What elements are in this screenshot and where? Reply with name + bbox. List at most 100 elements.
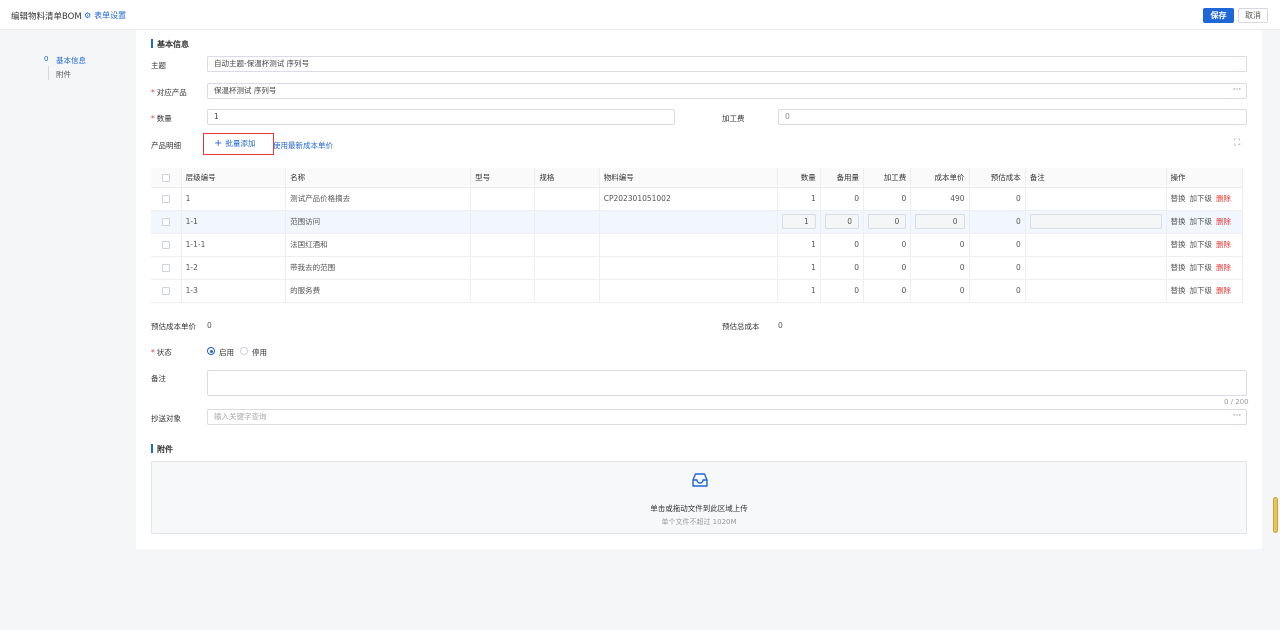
delete-action[interactable]: 删除 xyxy=(1216,263,1231,272)
row-level: 1 xyxy=(181,187,287,211)
upload-dropzone[interactable]: 单击或拖动文件到此区域上传 单个文件不超过 1020M xyxy=(151,461,1247,534)
row-qty: 1 xyxy=(777,233,821,257)
replace-action[interactable]: 替换 xyxy=(1171,217,1186,226)
row-model xyxy=(470,256,536,280)
select-all-checkbox[interactable] xyxy=(151,168,182,188)
cc-picker-button[interactable]: ··· xyxy=(1228,409,1247,425)
batch-add-button[interactable]: + 批量添加 xyxy=(203,133,274,155)
row-checkbox[interactable] xyxy=(151,187,182,211)
row-level: 1-1 xyxy=(181,210,287,234)
form-settings-link[interactable]: ⚙ 表单设置 xyxy=(84,10,126,21)
add-sub-action[interactable]: 加下级 xyxy=(1190,194,1213,203)
replace-action[interactable]: 替换 xyxy=(1171,263,1186,272)
quantity-input[interactable]: 1 xyxy=(207,109,675,125)
table-header-row: 层级编号 名称 型号 规格 物料编号 数量 备用量 加工费 成本单价 预估成本 … xyxy=(151,168,1243,188)
top-bar: 编辑物料清单BOM ⚙ 表单设置 保存 取消 xyxy=(0,0,1280,30)
col-actions: 操作 xyxy=(1166,168,1243,188)
row-name-link[interactable]: 范围访问 xyxy=(285,210,472,234)
processing-fee-input[interactable]: 0 xyxy=(778,109,1247,125)
delete-action[interactable]: 删除 xyxy=(1216,240,1231,249)
remark-textarea[interactable] xyxy=(207,370,1247,396)
upload-size-hint: 单个文件不超过 1020M xyxy=(661,518,737,526)
row-checkbox[interactable] xyxy=(151,210,182,234)
row-spare-input[interactable]: 0 xyxy=(824,214,859,229)
product-label: 对应产品 xyxy=(151,87,187,98)
page-title: 编辑物料清单BOM xyxy=(11,12,82,22)
remark-char-counter: 0 / 200 xyxy=(1224,398,1249,406)
cc-search-input[interactable]: 输入关键字查询 xyxy=(207,409,1229,425)
gear-icon: ⚙ xyxy=(84,11,92,20)
row-model xyxy=(470,233,536,257)
delete-action[interactable]: 删除 xyxy=(1216,217,1231,226)
col-note: 备注 xyxy=(1025,168,1167,188)
table-row: 1 测试产品价格摘去 CP202301051002 1 0 0 490 0 替换… xyxy=(151,187,1243,211)
nav-item-basic-info[interactable]: 基本信息 xyxy=(56,55,86,66)
row-spare: 0 xyxy=(820,233,865,257)
col-level: 层级编号 xyxy=(181,168,287,188)
side-anchor-nav xyxy=(0,30,136,630)
row-spec xyxy=(534,279,600,303)
product-picker-button[interactable]: ··· xyxy=(1228,83,1247,99)
product-detail-label: 产品明细 xyxy=(151,141,181,150)
replace-action[interactable]: 替换 xyxy=(1171,286,1186,295)
est-total-cost-value: 0 xyxy=(778,321,783,330)
row-model xyxy=(470,210,536,234)
delete-action[interactable]: 删除 xyxy=(1216,194,1231,203)
processing-fee-label: 加工费 xyxy=(722,114,745,123)
product-input[interactable]: 保温杯测试 序列号 xyxy=(207,83,1229,99)
col-fee: 加工费 xyxy=(863,168,912,188)
row-name-link[interactable]: 带我去的范围 xyxy=(285,256,472,280)
row-fee-cell: 0 xyxy=(863,210,912,234)
row-unit-cost: 0 xyxy=(910,279,970,303)
nav-item-attachment[interactable]: 附件 xyxy=(56,69,71,80)
row-qty-input[interactable]: 1 xyxy=(781,214,816,229)
add-sub-action[interactable]: 加下级 xyxy=(1190,263,1213,272)
fullscreen-icon[interactable]: ⛶ xyxy=(1234,138,1240,148)
save-button[interactable]: 保存 xyxy=(1203,8,1234,23)
row-note xyxy=(1025,187,1167,211)
row-checkbox[interactable] xyxy=(151,256,182,280)
row-checkbox[interactable] xyxy=(151,279,182,303)
status-disabled-radio[interactable] xyxy=(240,347,248,355)
quantity-label: 数量 xyxy=(151,113,172,124)
replace-action[interactable]: 替换 xyxy=(1171,240,1186,249)
table-row: 1-1 范围访问 1 0 0 0 0 替换 加下级 删除 xyxy=(151,210,1243,234)
row-est-cost: 0 xyxy=(969,256,1026,280)
row-unit-cost: 0 xyxy=(910,256,970,280)
row-qty: 1 xyxy=(777,279,821,303)
row-note-input[interactable] xyxy=(1029,214,1162,229)
subject-input[interactable]: 自动主题-保温杯测试 序列号 xyxy=(207,56,1247,72)
status-enabled-label[interactable]: 启用 xyxy=(219,347,234,358)
row-checkbox[interactable] xyxy=(151,233,182,257)
scrollbar-thumb[interactable] xyxy=(1273,497,1278,533)
row-spec xyxy=(534,256,600,280)
row-name-link[interactable]: 的服务费 xyxy=(285,279,472,303)
status-disabled-label[interactable]: 停用 xyxy=(252,347,267,358)
cc-label: 抄送对象 xyxy=(151,414,181,423)
row-model xyxy=(470,187,536,211)
row-actions: 替换 加下级 删除 xyxy=(1166,187,1243,211)
section-basic-info-title: 基本信息 xyxy=(151,39,189,50)
add-sub-action[interactable]: 加下级 xyxy=(1190,217,1213,226)
plus-icon: + xyxy=(214,138,223,149)
delete-action[interactable]: 删除 xyxy=(1216,286,1231,295)
row-note-cell xyxy=(1025,210,1167,234)
add-sub-action[interactable]: 加下级 xyxy=(1190,286,1213,295)
status-enabled-radio[interactable] xyxy=(207,347,215,355)
replace-action[interactable]: 替换 xyxy=(1171,194,1186,203)
row-unit-cost: 0 xyxy=(910,233,970,257)
row-unit-cost-input[interactable]: 0 xyxy=(915,214,965,229)
col-code: 物料编号 xyxy=(599,168,778,188)
row-name-link[interactable]: 法国红酒和 xyxy=(285,233,472,257)
row-actions: 替换 加下级 删除 xyxy=(1166,279,1243,303)
row-code xyxy=(599,210,778,234)
add-sub-action[interactable]: 加下级 xyxy=(1190,240,1213,249)
row-fee-input[interactable]: 0 xyxy=(868,214,907,229)
row-spare: 0 xyxy=(820,256,865,280)
row-name-link[interactable]: 测试产品价格摘去 xyxy=(285,187,472,211)
bom-detail-table: 层级编号 名称 型号 规格 物料编号 数量 备用量 加工费 成本单价 预估成本 … xyxy=(151,168,1243,303)
row-code xyxy=(599,279,778,303)
col-unit-cost: 成本单价 xyxy=(910,168,970,188)
cancel-button[interactable]: 取消 xyxy=(1238,8,1268,23)
use-latest-cost-link[interactable]: 使用最新成本单价 xyxy=(273,140,333,151)
